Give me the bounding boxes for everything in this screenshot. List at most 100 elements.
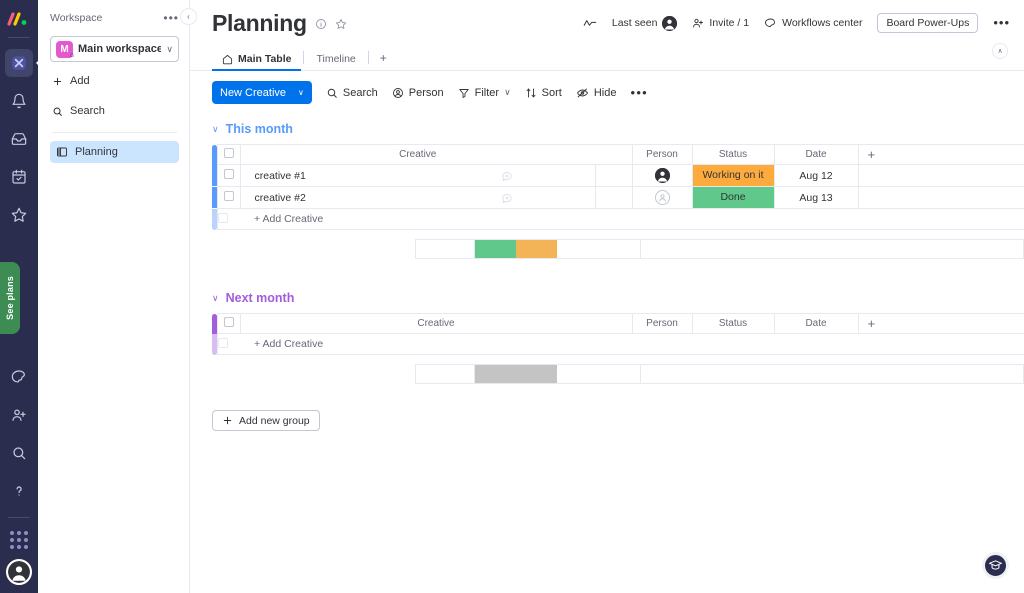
- row-checkbox[interactable]: [223, 169, 234, 179]
- rail-bottom-group: [0, 358, 38, 585]
- column-header-creative[interactable]: Creative: [240, 313, 633, 334]
- toolbar-more-icon[interactable]: •••: [630, 86, 648, 99]
- add-item-row[interactable]: + Add Creative: [212, 208, 1024, 230]
- toolbar-person-button[interactable]: Person: [392, 87, 444, 99]
- row-checkbox[interactable]: [223, 191, 234, 201]
- toolbar-hide-button[interactable]: Hide: [576, 87, 616, 99]
- activity-graph-icon[interactable]: [583, 18, 597, 29]
- cell-person[interactable]: [632, 164, 693, 187]
- rail-item-my-work[interactable]: [5, 163, 33, 191]
- invite-button[interactable]: Invite / 1: [692, 17, 749, 29]
- sidebar-collapse-button[interactable]: ‹: [180, 8, 197, 25]
- rail-item-help[interactable]: [5, 477, 33, 505]
- rail-item-marketplace[interactable]: [5, 363, 33, 391]
- rail-item-invite-members[interactable]: [5, 401, 33, 429]
- rail-item-workspace[interactable]: [5, 49, 33, 77]
- cell-empty: [858, 186, 1024, 209]
- header-collapse-button[interactable]: ∧: [992, 43, 1008, 59]
- workflows-center-button[interactable]: Workflows center: [764, 17, 862, 29]
- row-select-cell[interactable]: [216, 164, 241, 187]
- tab-main-table[interactable]: Main Table: [212, 53, 302, 71]
- star-outline-icon[interactable]: [335, 18, 347, 30]
- row-select-cell[interactable]: [216, 186, 241, 209]
- select-all-checkbox[interactable]: [223, 148, 234, 158]
- table-header-row: Creative Person Status Date +: [212, 144, 1024, 165]
- add-comment-icon: [502, 193, 512, 203]
- cell-date[interactable]: Aug 13: [774, 186, 859, 209]
- workspace-more-icon[interactable]: •••: [163, 12, 179, 24]
- select-all-cell[interactable]: [216, 313, 241, 334]
- group-title[interactable]: Next month: [226, 291, 295, 305]
- summary-status-bar[interactable]: [475, 364, 557, 384]
- summary-spacer: [217, 239, 415, 259]
- column-header-date[interactable]: Date: [774, 313, 859, 334]
- workflows-icon: [765, 18, 776, 27]
- last-seen-button[interactable]: Last seen: [612, 15, 678, 31]
- workspace-avatar: M ⌂: [56, 40, 74, 59]
- table-row[interactable]: creative #2 Done Aug 13: [212, 186, 1024, 209]
- rail-item-search[interactable]: [5, 439, 33, 467]
- column-header-person[interactable]: Person: [632, 313, 693, 334]
- workspace-panel: Workspace ••• M ⌂ Main workspace ∨ Add S…: [38, 0, 197, 593]
- board-power-ups-button[interactable]: Board Power-Ups: [877, 13, 979, 33]
- summary-spacer: [217, 364, 415, 384]
- rail-divider: [8, 37, 30, 38]
- column-header-status[interactable]: Status: [692, 313, 775, 334]
- add-tab-button[interactable]: +: [371, 51, 396, 70]
- toolbar-sort-label: Sort: [541, 86, 562, 99]
- column-header-creative[interactable]: Creative: [240, 144, 595, 165]
- cell-status[interactable]: Done: [692, 186, 775, 209]
- home-icon: ⌂: [69, 51, 74, 59]
- add-creative-button[interactable]: + Add Creative: [240, 333, 1024, 355]
- column-header-person[interactable]: Person: [632, 144, 693, 165]
- rail-item-favorites[interactable]: [5, 201, 33, 229]
- group-title[interactable]: This month: [226, 122, 293, 136]
- workspace-search-button[interactable]: Search: [50, 100, 179, 122]
- apps-grid-icon[interactable]: [10, 531, 28, 549]
- monday-logo-icon[interactable]: [7, 10, 31, 28]
- group-collapse-icon[interactable]: ∨: [212, 293, 219, 304]
- cell-creative-name[interactable]: creative #1: [240, 164, 420, 187]
- see-plans-button[interactable]: See plans: [0, 262, 20, 334]
- cell-person[interactable]: [632, 186, 693, 209]
- add-item-row[interactable]: + Add Creative: [212, 333, 1024, 355]
- add-creative-button[interactable]: + Add Creative: [240, 208, 1024, 230]
- select-all-checkbox[interactable]: [223, 317, 234, 327]
- toolbar-filter-button[interactable]: Filter ∨: [458, 87, 511, 99]
- rail-item-notifications[interactable]: [5, 87, 33, 115]
- add-column-button[interactable]: +: [858, 144, 1024, 165]
- home-icon: [222, 54, 233, 64]
- person-icon: [392, 87, 403, 98]
- cell-comment[interactable]: [420, 164, 596, 187]
- cell-column-gap: [595, 186, 633, 209]
- rail-item-inbox[interactable]: [5, 125, 33, 153]
- sidebar-item-planning[interactable]: Planning: [50, 141, 179, 163]
- column-header-status[interactable]: Status: [692, 144, 775, 165]
- board-more-icon[interactable]: •••: [993, 16, 1010, 29]
- summary-status-bar[interactable]: [475, 239, 557, 259]
- cell-comment[interactable]: [420, 186, 596, 209]
- cell-date[interactable]: Aug 12: [774, 164, 859, 187]
- cell-status[interactable]: Working on it: [692, 164, 775, 187]
- add-new-group-button[interactable]: Add new group: [212, 410, 320, 431]
- column-header-date[interactable]: Date: [774, 144, 859, 165]
- toolbar-filter-label: Filter: [474, 86, 500, 99]
- table-row[interactable]: creative #1 Working on it Aug 12: [212, 164, 1024, 187]
- info-circle-icon[interactable]: [315, 18, 327, 30]
- toolbar-sort-button[interactable]: Sort: [525, 87, 562, 99]
- select-all-cell[interactable]: [216, 144, 241, 165]
- avatar-placeholder: [654, 190, 670, 205]
- summary-date: [557, 239, 641, 259]
- toolbar-search-button[interactable]: Search: [326, 87, 378, 99]
- add-column-button[interactable]: +: [858, 313, 1024, 334]
- workspace-label: Workspace: [50, 12, 103, 24]
- new-creative-button[interactable]: New Creative ∨: [212, 81, 312, 104]
- cell-creative-name[interactable]: creative #2: [240, 186, 420, 209]
- group-table: Creative Person Status Date + + Add Crea…: [212, 313, 1024, 355]
- workspace-selector[interactable]: M ⌂ Main workspace ∨: [50, 36, 179, 62]
- workspace-add-button[interactable]: Add: [50, 70, 179, 92]
- tab-timeline[interactable]: Timeline: [306, 53, 365, 70]
- learning-center-button[interactable]: [982, 552, 1009, 579]
- user-avatar-icon[interactable]: [6, 559, 32, 585]
- group-collapse-icon[interactable]: ∨: [212, 124, 219, 135]
